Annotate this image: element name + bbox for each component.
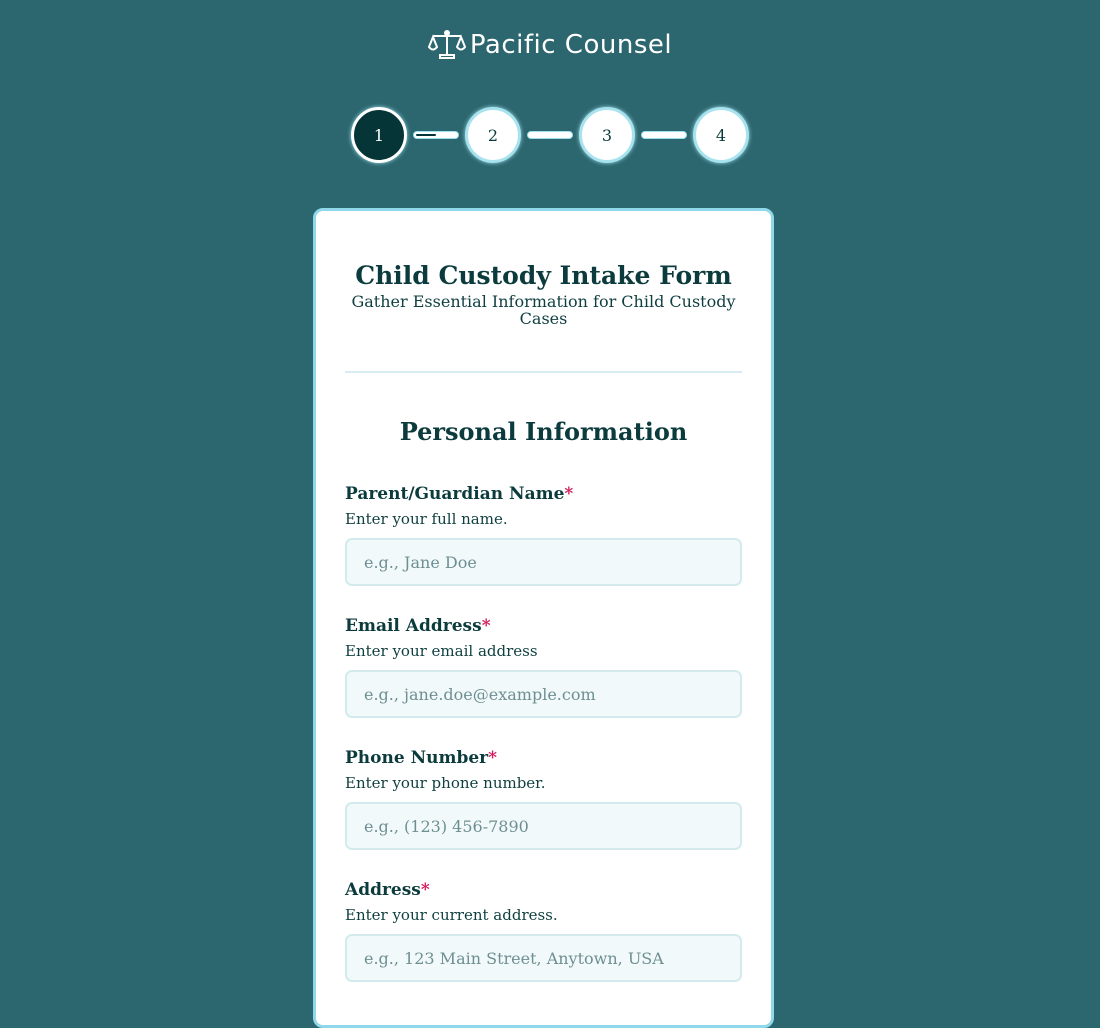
field-help: Enter your current address. (345, 906, 558, 924)
form-title: Child Custody Intake Form (355, 261, 732, 290)
field-help: Enter your email address (345, 642, 538, 660)
progress-stepper: 1 2 3 4 (0, 107, 1100, 163)
step-4[interactable]: 4 (693, 107, 749, 163)
step-progress-fill (416, 134, 436, 136)
phone-input[interactable] (345, 802, 742, 850)
required-marker: * (481, 616, 491, 636)
required-marker: * (488, 748, 498, 768)
brand-name: Pacific Counsel (469, 30, 673, 60)
field-email: Email Address* Enter your email address (345, 616, 742, 718)
section-title: Personal Information (399, 417, 688, 446)
address-input[interactable] (345, 934, 742, 982)
step-label: 4 (715, 125, 727, 145)
required-marker: * (564, 484, 574, 504)
field-address: Address* Enter your current address. (345, 880, 742, 982)
field-help: Enter your phone number. (345, 774, 546, 792)
field-label: Phone Number* (345, 748, 498, 768)
field-phone: Phone Number* Enter your phone number. (345, 748, 742, 850)
field-label: Email Address* (345, 616, 491, 636)
field-help: Enter your full name. (345, 510, 508, 528)
step-label: 2 (487, 125, 499, 145)
step-connector-3 (641, 131, 687, 139)
field-parent-name: Parent/Guardian Name* Enter your full na… (345, 484, 742, 586)
brand-header: Pacific Counsel (0, 28, 1100, 62)
divider (345, 371, 742, 373)
step-1[interactable]: 1 (351, 107, 407, 163)
step-label: 1 (373, 125, 385, 145)
intake-form-card: Child Custody Intake Form Gather Essenti… (313, 208, 774, 1028)
scales-of-justice-icon (427, 28, 466, 62)
step-connector-2 (527, 131, 573, 139)
field-label: Parent/Guardian Name* (345, 484, 574, 504)
field-label: Address* (345, 880, 430, 900)
form-subtitle: Gather Essential Information for Child C… (351, 292, 736, 328)
step-3[interactable]: 3 (579, 107, 635, 163)
required-marker: * (420, 880, 430, 900)
email-input[interactable] (345, 670, 742, 718)
step-connector-1 (413, 131, 459, 139)
step-label: 3 (601, 125, 613, 145)
parent-name-input[interactable] (345, 538, 742, 586)
step-2[interactable]: 2 (465, 107, 521, 163)
